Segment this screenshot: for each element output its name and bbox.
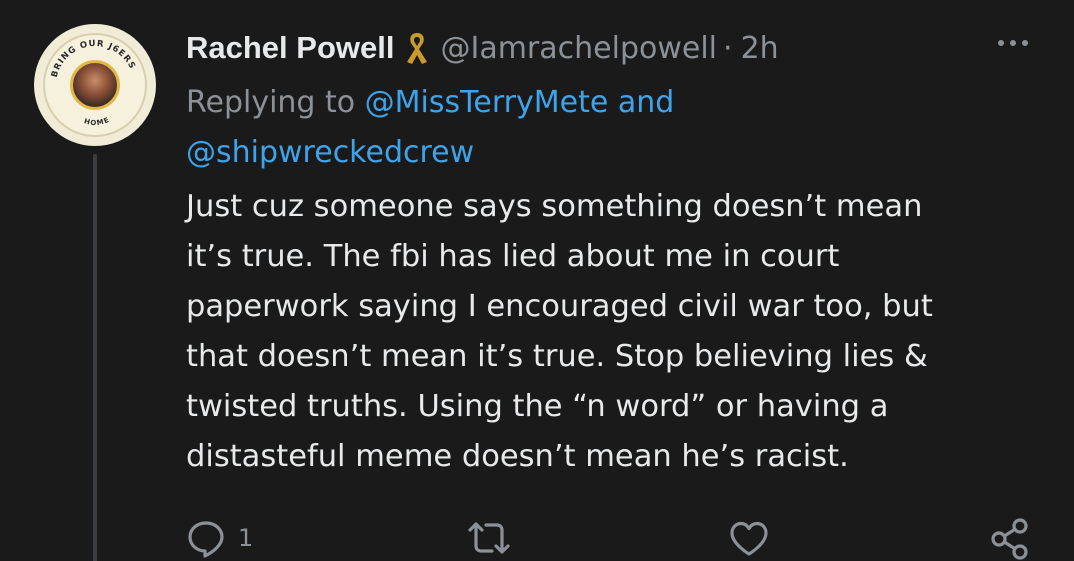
author-name[interactable]: Rachel Powell [186,30,394,66]
tweet-text-line: twisted truths. Using the “n word” or ha… [186,389,889,424]
avatar[interactable]: BRING OUR J6ERS HOME [34,24,156,146]
action-bar: 1 [0,512,1074,561]
reply-button[interactable]: 1 [186,518,253,558]
tweet-text-line: Just cuz someone says something doesn’t … [186,189,923,224]
more-dot [1022,40,1028,46]
retweet-icon [468,522,510,554]
tweet-text-line: it’s true. The fbi has lied about me in … [186,239,840,274]
tweet-text-line: distasteful meme doesn’t mean he’s racis… [186,439,849,474]
separator-dot: · [723,30,733,66]
heart-icon [730,521,768,556]
tweet-text-line: that doesn’t mean it’s true. Stop believ… [186,339,928,374]
tweet-text-line: paperwork saying I encouraged civil war … [186,289,933,324]
replying-to-label: Replying to [186,85,365,120]
author-handle[interactable]: @Iamrachelpowell [440,31,717,66]
avatar-image: BRING OUR J6ERS HOME [34,24,156,146]
ribbon-icon [407,33,428,64]
replying-to-joiner: and [608,85,675,120]
mention-link[interactable]: @MissTerryMete [365,85,609,120]
tweet-timestamp[interactable]: 2h [741,31,779,66]
mention-link[interactable]: @shipwreckedcrew [186,135,474,170]
more-dot [1010,40,1016,46]
tweet-body: Just cuz someone says something doesn’t … [186,182,1026,482]
thread-line [93,154,97,561]
reply-count: 1 [238,524,254,552]
tweet-header: Rachel Powell @Iamrachelpowell · 2h [186,26,779,70]
avatar-photo [70,60,120,110]
replying-to: Replying to @MissTerryMete and @shipwrec… [186,78,1006,178]
like-button[interactable] [728,520,770,558]
svg-text:HOME: HOME [83,116,111,127]
share-icon [991,518,1028,560]
share-button[interactable] [988,516,1032,560]
reply-icon [188,521,224,558]
retweet-button[interactable] [466,520,512,556]
more-options-icon[interactable] [998,40,1028,46]
more-dot [998,40,1004,46]
